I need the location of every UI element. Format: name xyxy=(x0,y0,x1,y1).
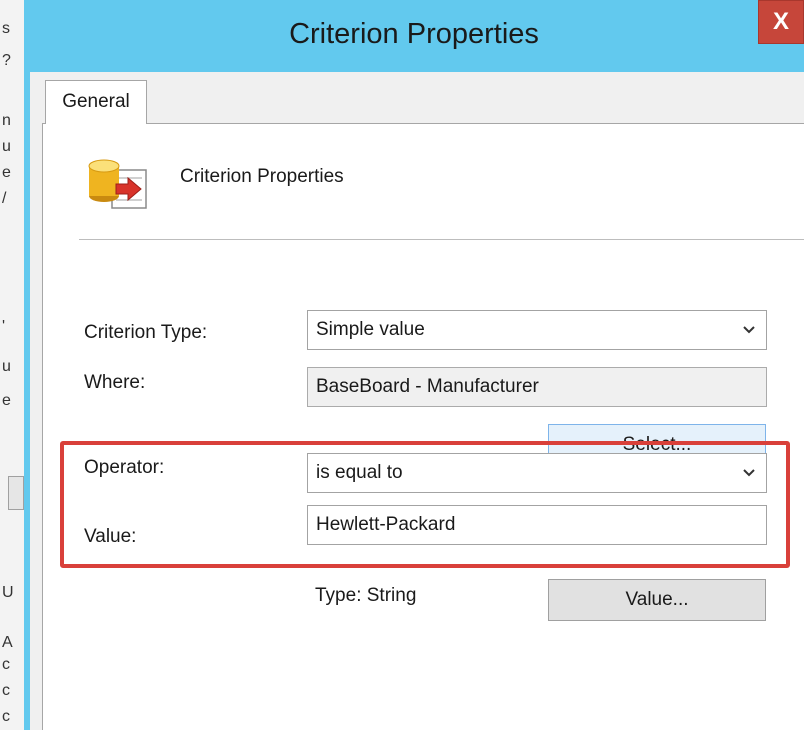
operator-label: Operator: xyxy=(84,457,165,478)
close-button[interactable]: X xyxy=(758,0,804,44)
dialog-title: Criterion Properties xyxy=(289,18,539,50)
value-button[interactable]: Value... xyxy=(548,579,766,621)
chevron-down-icon xyxy=(743,469,755,477)
criterion-type-select[interactable]: Simple value xyxy=(307,310,767,350)
operator-select[interactable]: is equal to xyxy=(307,453,767,493)
criterion-properties-dialog: Criterion Properties X General Criterion… xyxy=(24,0,804,730)
operator-value: is equal to xyxy=(316,462,403,483)
separator xyxy=(79,239,804,240)
value-label: Value: xyxy=(84,526,137,547)
background-char: u xyxy=(2,358,11,375)
background-window-edge: s ? n u e / ' u e U A c c c xyxy=(0,0,25,730)
title-bar[interactable]: Criterion Properties X xyxy=(24,0,804,72)
background-char: ' xyxy=(2,318,6,335)
background-char: c xyxy=(2,708,10,725)
database-arrow-icon xyxy=(88,159,147,209)
type-text: Type: String xyxy=(315,585,417,606)
where-label: Where: xyxy=(84,372,146,393)
background-char: U xyxy=(2,584,14,601)
background-char: c xyxy=(2,656,10,673)
dialog-client-area: General Criterion Properties Criterion T… xyxy=(30,72,804,730)
background-char: n xyxy=(2,112,11,129)
general-tab-panel: Criterion Properties Criterion Type: Sim… xyxy=(42,123,804,730)
background-char: / xyxy=(2,190,7,207)
background-control xyxy=(8,476,24,510)
header-label: Criterion Properties xyxy=(180,166,344,187)
chevron-down-icon xyxy=(743,326,755,334)
background-char: A xyxy=(2,634,13,651)
tab-general[interactable]: General xyxy=(45,80,147,124)
background-char: c xyxy=(2,682,10,699)
background-char: u xyxy=(2,138,11,155)
where-field: BaseBoard - Manufacturer xyxy=(307,367,767,407)
value-input[interactable]: Hewlett-Packard xyxy=(307,505,767,545)
criterion-type-value: Simple value xyxy=(316,319,425,340)
background-char: ? xyxy=(2,52,11,69)
background-char: e xyxy=(2,392,11,409)
background-char: e xyxy=(2,164,11,181)
criterion-type-label: Criterion Type: xyxy=(84,322,208,343)
background-char: s xyxy=(2,20,10,37)
